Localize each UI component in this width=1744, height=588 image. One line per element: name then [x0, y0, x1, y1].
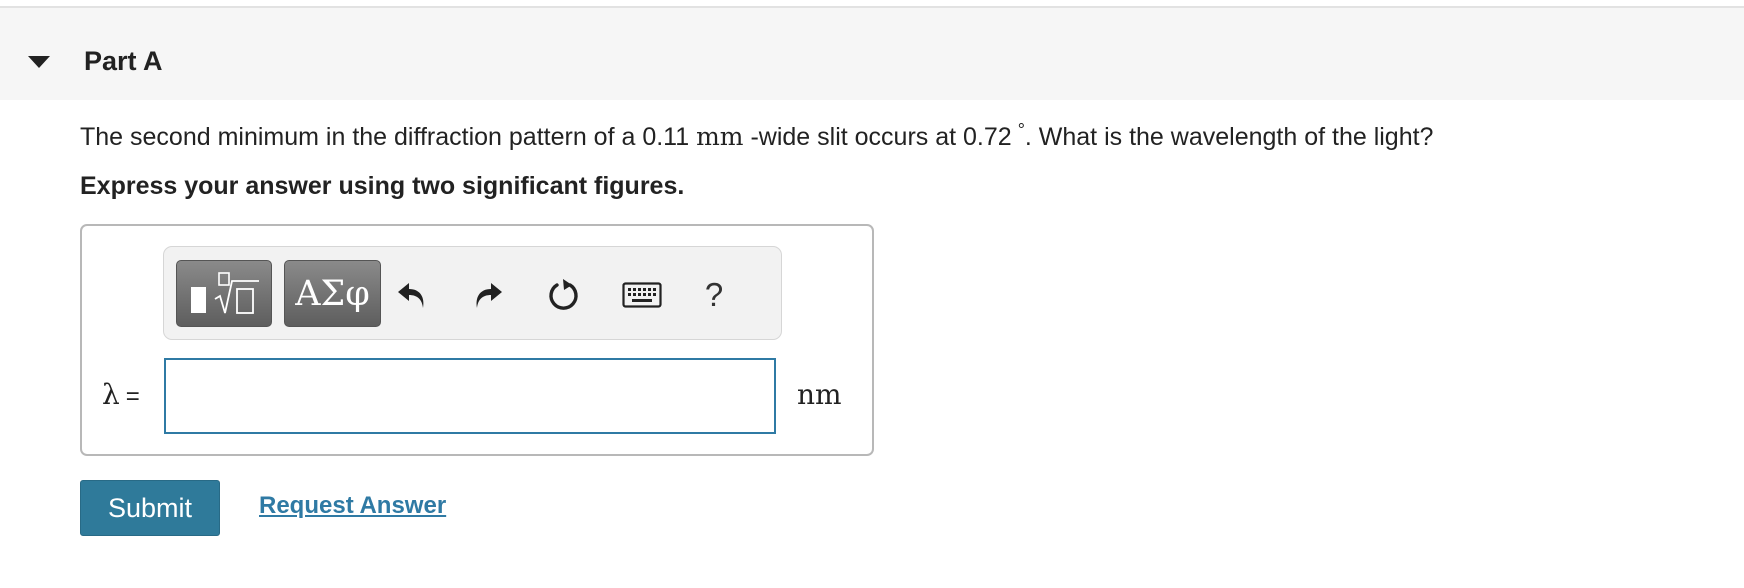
undo-icon	[398, 283, 424, 308]
help-button[interactable]: ?	[692, 273, 736, 317]
undo-button[interactable]	[390, 273, 434, 317]
question-text-middle: -wide slit occurs at 0.72	[750, 123, 1012, 151]
equals-sign: =	[125, 383, 140, 410]
part-header[interactable]: Part A	[0, 8, 1744, 100]
templates-icon	[191, 271, 259, 314]
answer-instruction: Express your answer using two significan…	[80, 172, 685, 200]
question-text: The second minimum in the diffraction pa…	[80, 120, 1433, 152]
answer-input[interactable]	[164, 358, 776, 434]
question-text-end: . What is the wavelength of the light?	[1024, 123, 1434, 151]
question-text-before: The second minimum in the diffraction pa…	[80, 123, 690, 151]
symbols-button[interactable]: ΑΣφ	[284, 260, 381, 327]
request-answer-link[interactable]: Request Answer	[259, 492, 446, 520]
answer-unit: nm	[797, 378, 842, 411]
keyboard-icon	[622, 282, 662, 308]
keyboard-button[interactable]	[620, 273, 664, 317]
redo-button[interactable]	[466, 273, 510, 317]
part-title: Part A	[84, 46, 163, 76]
variable-label: λ =	[102, 378, 140, 411]
templates-button[interactable]	[176, 260, 272, 327]
math-toolbar: ΑΣφ ?	[163, 246, 782, 340]
reset-icon	[549, 279, 578, 310]
degree-unit: °	[1017, 120, 1025, 140]
width-unit: mm	[696, 122, 744, 151]
caret-down-icon[interactable]	[28, 56, 50, 68]
redo-icon	[476, 283, 502, 308]
lambda-symbol: λ	[102, 378, 120, 411]
reset-button[interactable]	[542, 273, 586, 317]
submit-button[interactable]: Submit	[80, 480, 220, 536]
